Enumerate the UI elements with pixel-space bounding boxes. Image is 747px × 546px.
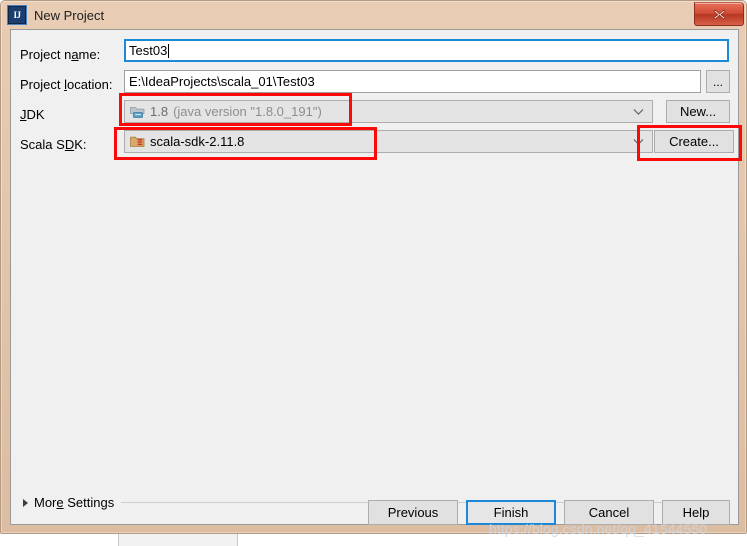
scala-sdk-label: Scala SDK:: [20, 137, 87, 152]
title-bar: IJ New Project: [1, 1, 746, 29]
scala-sdk-icon: [130, 136, 145, 147]
scala-sdk-value: scala-sdk-2.11.8: [150, 134, 245, 149]
chevron-down-icon: [633, 108, 644, 115]
project-location-label: Project location:: [20, 77, 113, 92]
more-settings-label: More Settings: [34, 495, 115, 510]
project-location-value: E:\IdeaProjects\scala_01\Test03: [129, 74, 315, 89]
project-location-input[interactable]: E:\IdeaProjects\scala_01\Test03: [124, 70, 701, 93]
watermark-text: https://blog.csdn.net/qq_41544550: [489, 521, 708, 537]
jdk-value-primary: 1.8: [150, 104, 169, 119]
intellij-idea-icon: IJ: [8, 6, 26, 24]
jdk-combobox[interactable]: 1.8 (java version "1.8.0_191"): [124, 100, 653, 123]
background-window-strip: [118, 534, 238, 546]
new-project-dialog-window: IJ New Project Project name: Test03 Proj…: [0, 0, 747, 537]
close-x-icon: [713, 9, 725, 19]
browse-location-button[interactable]: ...: [706, 70, 730, 93]
scala-sdk-create-button[interactable]: Create...: [654, 130, 734, 153]
project-name-value: Test03: [129, 43, 168, 58]
more-settings-expander[interactable]: More Settings: [23, 495, 114, 510]
previous-button[interactable]: Previous: [368, 500, 458, 525]
chevron-down-icon: [633, 138, 644, 145]
dialog-client-area: Project name: Test03 Project location: E…: [10, 29, 739, 537]
scala-sdk-combobox[interactable]: scala-sdk-2.11.8: [124, 130, 653, 153]
project-name-label: Project name:: [20, 47, 101, 62]
jdk-new-button[interactable]: New...: [666, 100, 730, 123]
text-caret: [168, 43, 170, 58]
close-button[interactable]: [694, 2, 744, 26]
jdk-value-secondary: (java version "1.8.0_191"): [173, 104, 322, 119]
project-name-input[interactable]: Test03: [124, 39, 729, 62]
jdk-module-icon: [130, 106, 145, 118]
jdk-label: JDK: [20, 107, 45, 122]
window-title: New Project: [34, 7, 105, 23]
triangle-right-icon: [23, 498, 28, 507]
